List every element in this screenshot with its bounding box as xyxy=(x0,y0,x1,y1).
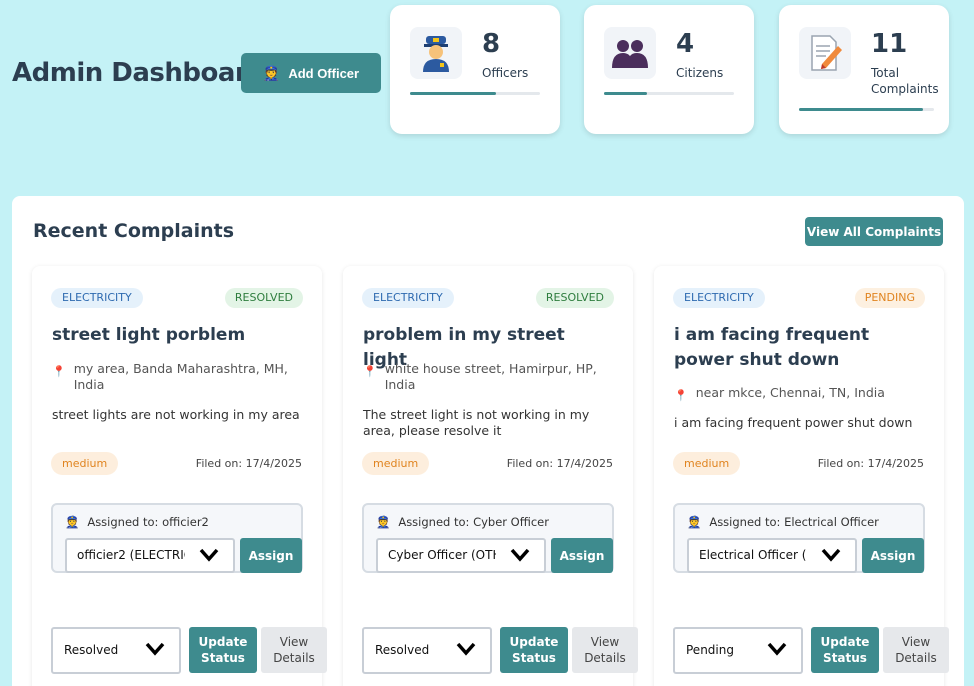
complaint-description: The street light is not working in my ar… xyxy=(363,407,590,438)
assignment-box: 👮 Assigned to: officier2 officier2 (ELECT… xyxy=(51,503,303,573)
category-badge: ELECTRICITY xyxy=(51,288,143,308)
complaint-card: ELECTRICITY RESOLVED street light porble… xyxy=(32,266,327,686)
complaint-location: 📍 white house street, Hamirpur, HP, Indi… xyxy=(363,361,613,393)
chevron-down-icon xyxy=(767,642,787,656)
priority-badge: medium xyxy=(362,452,430,475)
location-text: white house street, Hamirpur, HP, India xyxy=(384,361,597,392)
panel-title: Recent Complaints xyxy=(33,220,235,242)
assigned-to-text: Assigned to: officier2 xyxy=(87,515,209,529)
police-officer-icon xyxy=(410,27,462,79)
update-status-button[interactable]: Update Status xyxy=(189,627,257,673)
status-badge: RESOLVED xyxy=(224,288,303,308)
assign-button[interactable]: Assign xyxy=(862,538,924,573)
complaint-location: 📍 my area, Banda Maharashtra, MH, India xyxy=(52,361,302,393)
location-text: my area, Banda Maharashtra, MH, India xyxy=(73,361,288,392)
chevron-down-icon xyxy=(145,642,165,656)
complaint-description: i am facing frequent power shut down xyxy=(674,415,913,430)
view-all-complaints-button[interactable]: View All Complaints xyxy=(805,217,943,246)
assigned-to: 👮 Assigned to: Electrical Officer xyxy=(687,515,879,529)
complaint-title: i am facing frequent power shut down xyxy=(674,325,870,370)
complaints-count: 11 xyxy=(871,29,908,59)
officer-select[interactable]: Electrical Officer (E xyxy=(687,538,857,573)
officer-select[interactable]: officier2 (ELECTRIC xyxy=(65,538,235,573)
complaint-title: street light porblem xyxy=(52,325,246,345)
officers-progress xyxy=(410,92,540,95)
officer-select-value: officier2 (ELECTRIC xyxy=(77,548,185,562)
status-badge: PENDING xyxy=(854,288,925,308)
officer-icon: 👮 xyxy=(65,515,80,529)
police-officer-icon: 👮 xyxy=(262,64,281,81)
view-details-button[interactable]: View Details xyxy=(883,627,949,673)
officer-icon: 👮 xyxy=(376,515,391,529)
status-select-value: Pending xyxy=(686,643,734,657)
status-badge: RESOLVED xyxy=(535,288,614,308)
assigned-to: 👮 Assigned to: Cyber Officer xyxy=(376,515,549,529)
officers-label: Officers xyxy=(482,66,529,80)
people-icon xyxy=(604,27,656,79)
complaint-description: street lights are not working in my area xyxy=(52,407,300,422)
stat-card-citizens: 4 Citizens xyxy=(584,5,754,134)
filed-date: Filed on: 17/4/2025 xyxy=(817,457,924,470)
chevron-down-icon xyxy=(510,548,530,562)
status-select[interactable]: Pending xyxy=(673,627,803,674)
priority-badge: medium xyxy=(51,452,119,475)
officers-count: 8 xyxy=(482,29,501,59)
complaints-progress xyxy=(799,108,934,111)
officer-select-value: Electrical Officer (E xyxy=(699,548,807,562)
memo-icon xyxy=(799,27,851,79)
priority-badge: medium xyxy=(673,452,741,475)
assign-button[interactable]: Assign xyxy=(551,538,613,573)
status-select-value: Resolved xyxy=(64,643,119,657)
stat-card-officers: 8 Officers xyxy=(390,5,560,134)
category-badge: ELECTRICITY xyxy=(673,288,765,308)
chevron-down-icon xyxy=(456,642,476,656)
assigned-to-text: Assigned to: Cyber Officer xyxy=(398,515,549,529)
status-select[interactable]: Resolved xyxy=(51,627,181,674)
status-select[interactable]: Resolved xyxy=(362,627,492,674)
assigned-to-text: Assigned to: Electrical Officer xyxy=(709,515,879,529)
officer-select[interactable]: Cyber Officer (OTH xyxy=(376,538,546,573)
view-details-button[interactable]: View Details xyxy=(572,627,638,673)
complaints-label: Total Complaints xyxy=(871,66,939,96)
citizens-count: 4 xyxy=(676,29,695,59)
chevron-down-icon xyxy=(199,548,219,562)
complaint-location: 📍 near mkce, Chennai, TN, India xyxy=(674,385,924,404)
assigned-to: 👮 Assigned to: officier2 xyxy=(65,515,209,529)
assignment-box: 👮 Assigned to: Cyber Officer Cyber Office… xyxy=(362,503,614,573)
add-officer-label: Add Officer xyxy=(288,65,360,81)
update-status-button[interactable]: Update Status xyxy=(811,627,879,673)
add-officer-button[interactable]: 👮 Add Officer xyxy=(241,53,381,93)
view-details-button[interactable]: View Details xyxy=(261,627,327,673)
filed-date: Filed on: 17/4/2025 xyxy=(506,457,613,470)
update-status-button[interactable]: Update Status xyxy=(500,627,568,673)
pin-icon: 📍 xyxy=(674,389,688,402)
complaint-card: ELECTRICITY PENDING i am facing frequent… xyxy=(654,266,949,686)
filed-date: Filed on: 17/4/2025 xyxy=(195,457,302,470)
page-title: Admin Dashboard xyxy=(12,58,266,88)
officer-icon: 👮 xyxy=(687,515,702,529)
complaint-card: ELECTRICITY RESOLVED problem in my stree… xyxy=(343,266,638,686)
assignment-box: 👮 Assigned to: Electrical Officer Electri… xyxy=(673,503,925,573)
citizens-label: Citizens xyxy=(676,66,724,80)
stat-card-complaints: 11 Total Complaints xyxy=(779,5,949,134)
assign-button[interactable]: Assign xyxy=(240,538,302,573)
chevron-down-icon xyxy=(821,548,841,562)
location-text: near mkce, Chennai, TN, India xyxy=(695,385,885,400)
pin-icon: 📍 xyxy=(363,365,377,378)
pin-icon: 📍 xyxy=(52,365,66,378)
officer-select-value: Cyber Officer (OTH xyxy=(388,548,496,562)
status-select-value: Resolved xyxy=(375,643,430,657)
category-badge: ELECTRICITY xyxy=(362,288,454,308)
citizens-progress xyxy=(604,92,734,95)
